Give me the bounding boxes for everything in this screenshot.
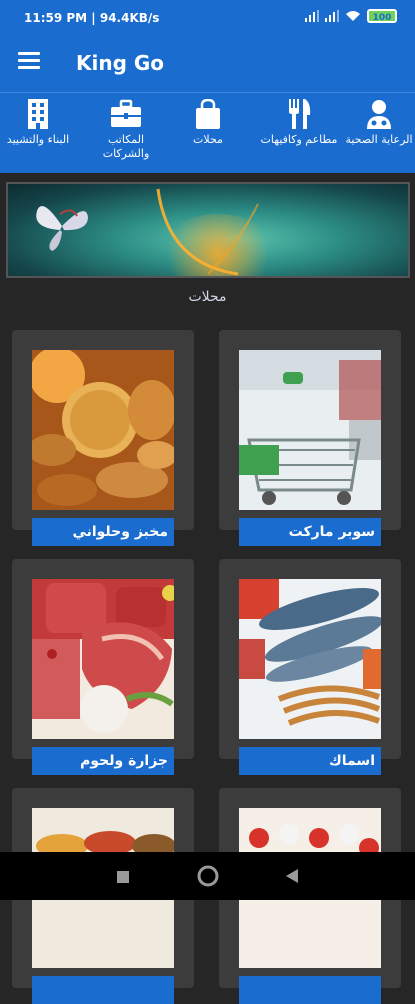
card-butcher[interactable]: جزارة ولحوم — [12, 559, 194, 775]
category-construction[interactable]: البناء والتشييد — [0, 93, 76, 173]
doctor-icon — [367, 100, 391, 129]
section-title: محلات — [188, 289, 227, 305]
category-label: الرعاية الصحية — [345, 133, 413, 146]
card-supermarket[interactable]: سوبر ماركت — [219, 330, 401, 546]
card-label — [32, 976, 174, 1004]
card-label: مخبز وحلواني — [32, 518, 174, 546]
category-bar: الرعاية الصحية مطاعم وكافيهات محلات المك… — [0, 92, 415, 173]
circle-icon — [197, 865, 219, 887]
square-icon — [117, 871, 129, 883]
briefcase-icon — [111, 99, 141, 127]
butcher-image — [32, 579, 174, 739]
bakery-image — [32, 350, 174, 510]
promo-banner[interactable] — [6, 182, 410, 278]
app-title: King Go — [76, 51, 165, 75]
status-icons: 100 — [305, 9, 397, 23]
status-time: 11:59 PM | 94.4KB/s — [24, 11, 160, 25]
back-triangle-icon — [286, 869, 298, 883]
signal-icon-2 — [325, 10, 339, 22]
category-healthcare[interactable]: الرعاية الصحية — [343, 93, 415, 173]
category-label: البناء والتشييد — [6, 133, 70, 146]
wifi-icon — [346, 11, 360, 21]
category-offices[interactable]: المكاتب والشركات — [90, 93, 162, 173]
shopping-bag-icon — [196, 99, 220, 129]
supermarket-image — [239, 350, 381, 510]
category-label: مطاعم وكافيهات — [260, 133, 338, 146]
category-label: المكاتب والشركات — [102, 133, 150, 160]
fish-image — [239, 579, 381, 739]
card-label: جزارة ولحوم — [32, 747, 174, 775]
app-bar: King Go — [0, 36, 415, 92]
status-bar: 11:59 PM | 94.4KB/s 100 — [0, 0, 415, 36]
menu-button[interactable] — [18, 52, 40, 70]
home-button[interactable] — [197, 865, 219, 891]
back-button[interactable] — [285, 868, 299, 888]
category-label: محلات — [193, 133, 223, 146]
card-fish[interactable]: اسماك — [219, 559, 401, 775]
category-restaurants[interactable]: مطاعم وكافيهات — [255, 93, 343, 173]
card-label: اسماك — [239, 747, 381, 775]
card-bakery[interactable]: مخبز وحلواني — [12, 330, 194, 546]
building-icon — [28, 99, 48, 129]
recents-button[interactable] — [116, 869, 130, 888]
card-label: سوبر ماركت — [239, 518, 381, 546]
signal-icon — [305, 10, 319, 22]
category-shops[interactable]: محلات — [178, 93, 238, 173]
system-nav-bar — [0, 852, 415, 900]
battery-icon: 100 — [367, 9, 397, 23]
banner-swirl — [156, 188, 259, 276]
card-label — [239, 976, 381, 1004]
fork-knife-icon — [289, 99, 311, 129]
